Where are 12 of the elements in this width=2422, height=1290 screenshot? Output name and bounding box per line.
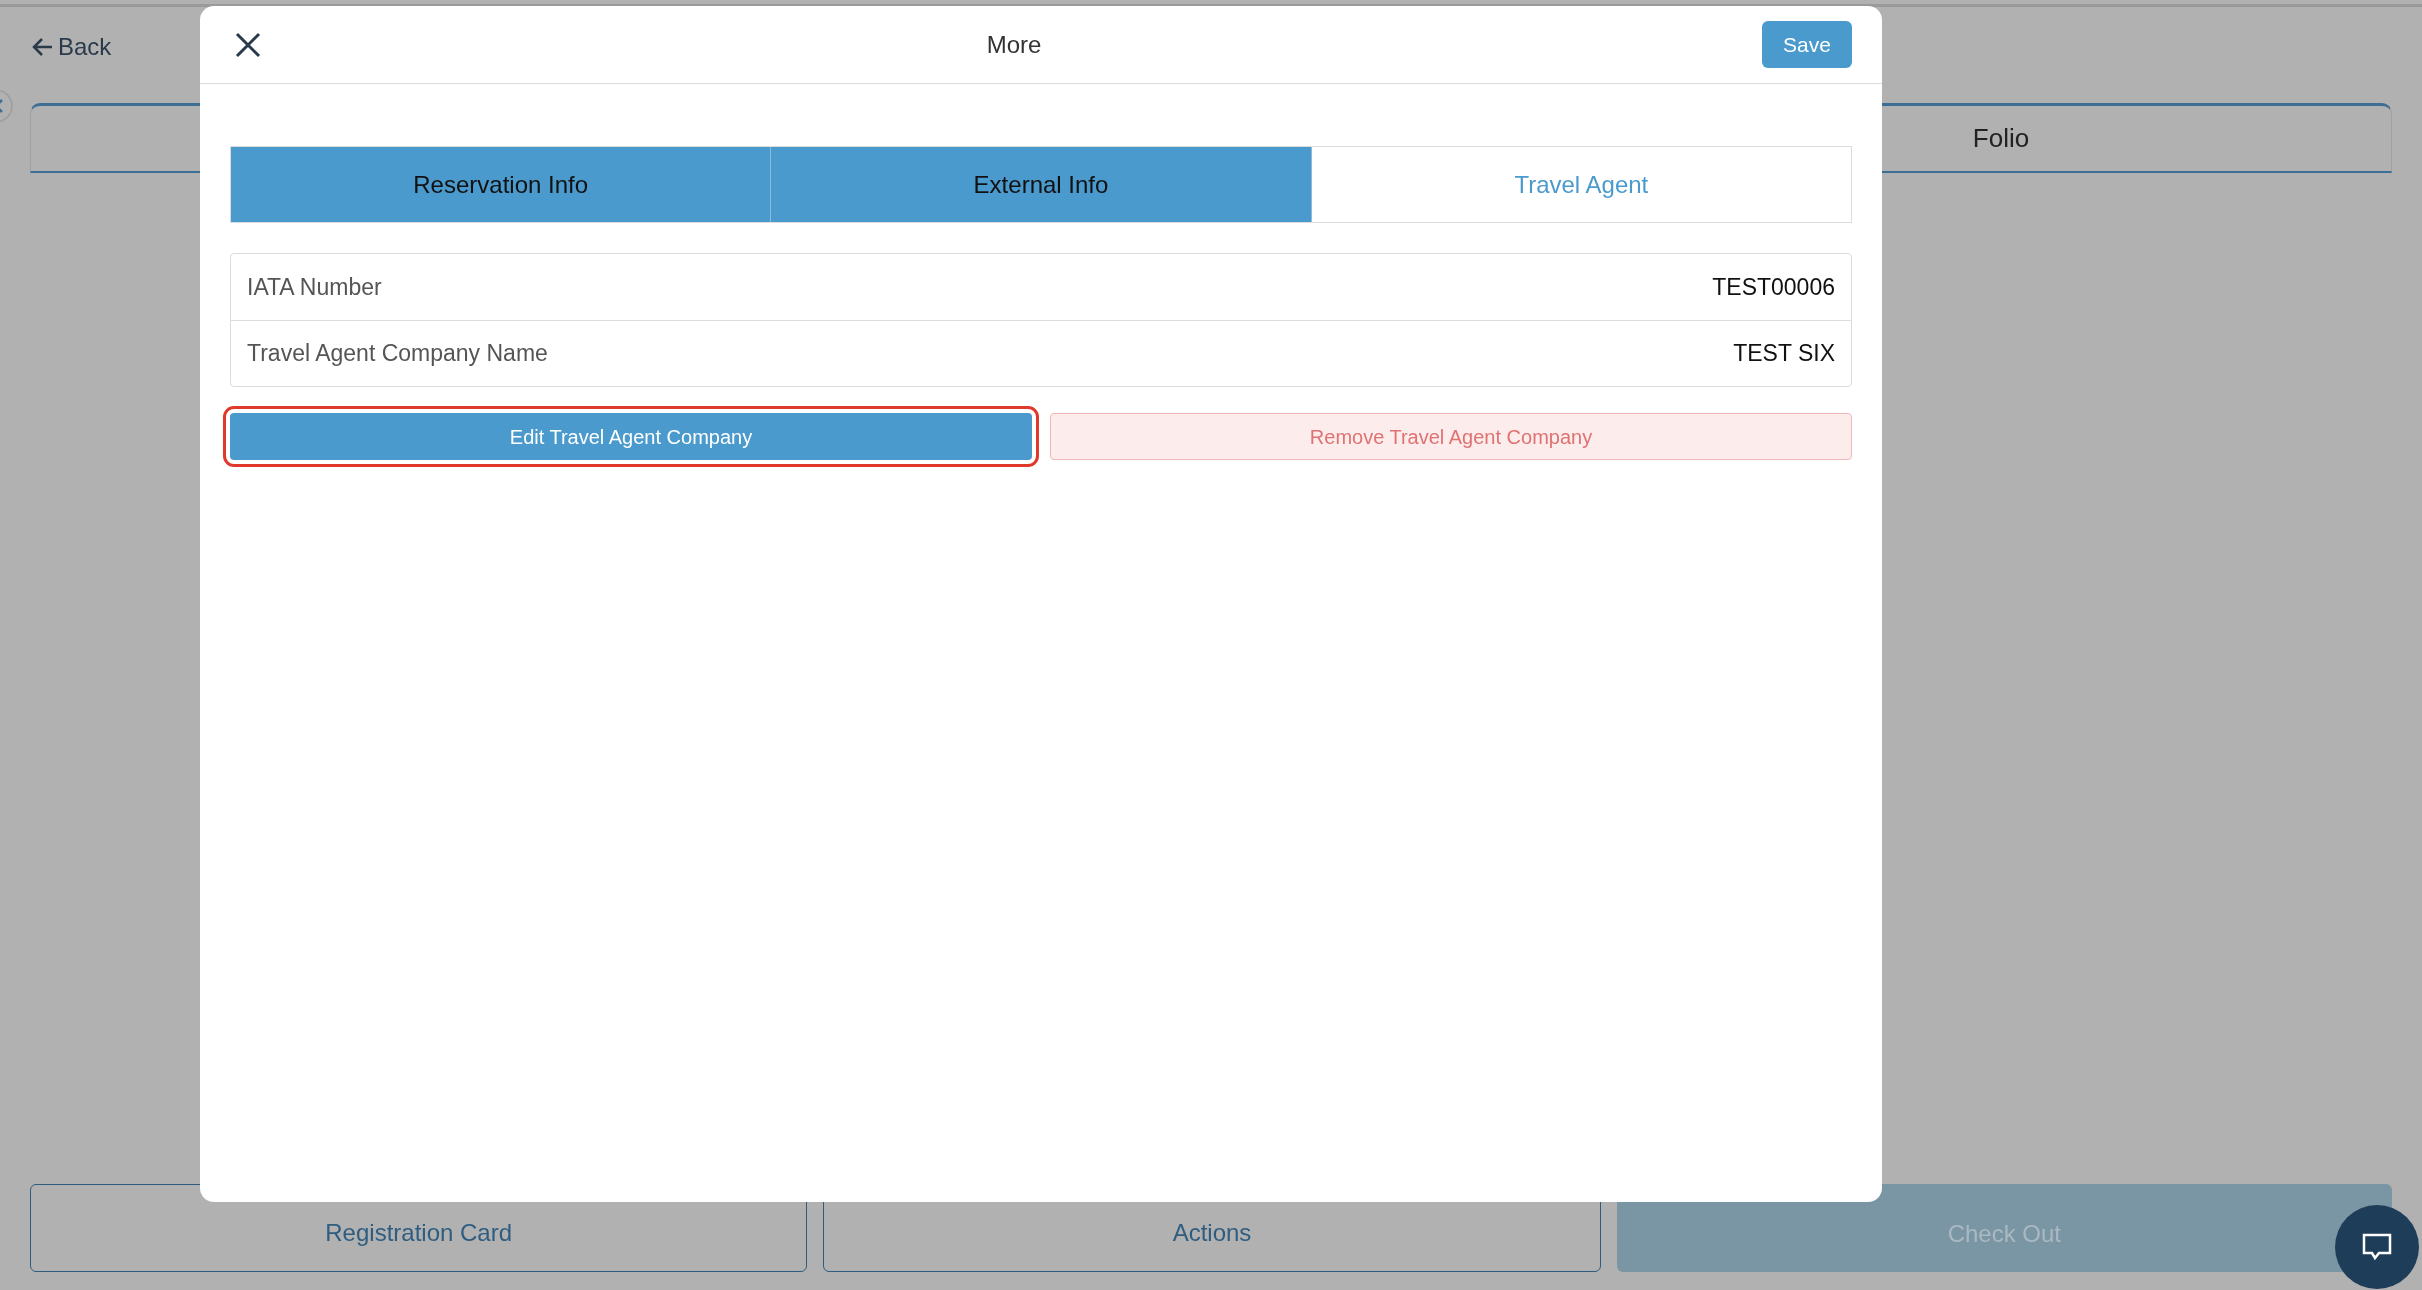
field-value: TEST00006 <box>1712 272 1835 302</box>
dialog-title: More <box>985 29 1043 60</box>
field-label: Travel Agent Company Name <box>247 339 548 369</box>
tab[interactable]: Reservation Info <box>231 147 772 222</box>
save-button[interactable]: Save <box>1762 21 1852 68</box>
back-link[interactable]: Back <box>32 29 112 65</box>
arrow-left-icon <box>32 36 54 58</box>
remove-button[interactable]: Remove Travel Agent Company <box>1050 413 1852 460</box>
field-value: TEST SIX <box>1733 339 1835 369</box>
field-label: IATA Number <box>247 272 382 302</box>
tab[interactable]: External Info <box>771 147 1312 222</box>
close-icon <box>235 31 261 58</box>
